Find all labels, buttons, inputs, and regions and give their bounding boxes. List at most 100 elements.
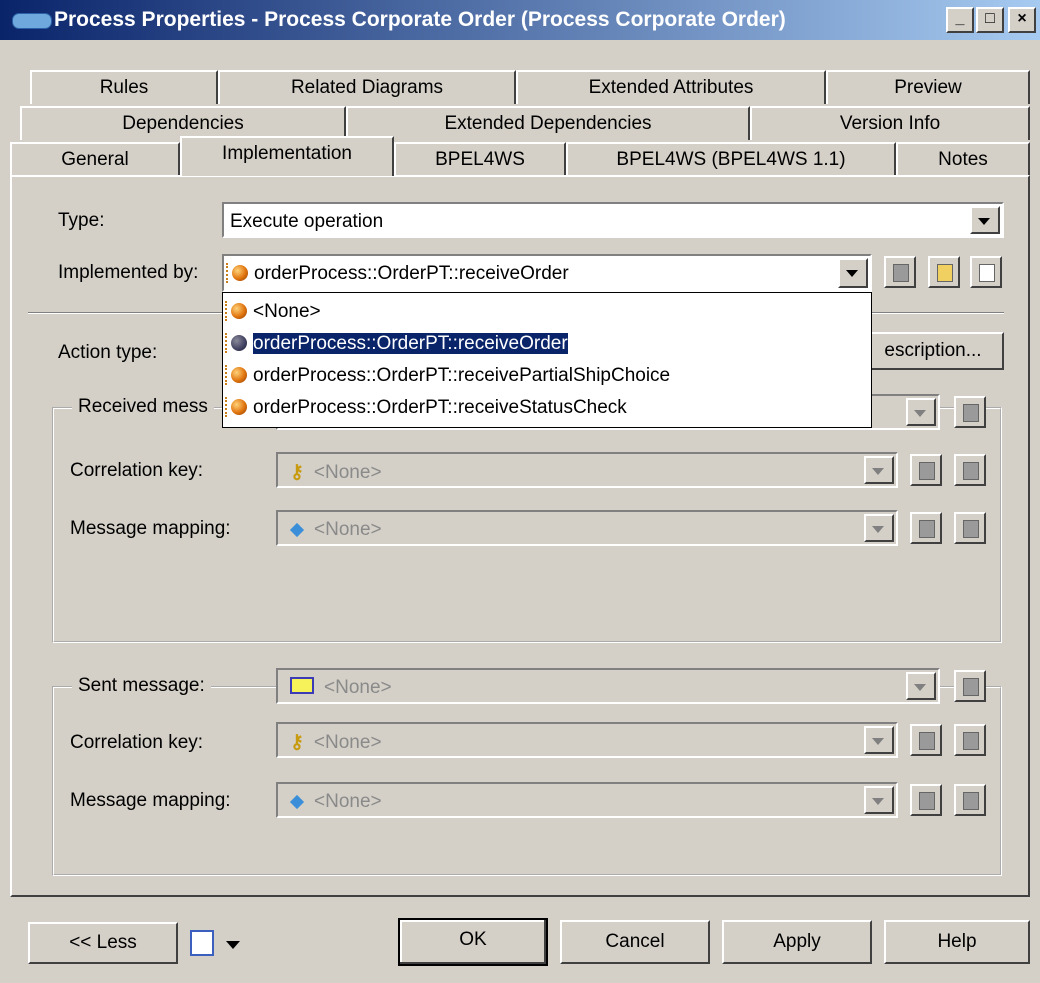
tab-preview[interactable]: Preview xyxy=(826,70,1030,104)
mapping-icon xyxy=(289,794,305,810)
sent-mapping-dropdown-arrow[interactable] xyxy=(864,786,894,814)
app-icon xyxy=(12,13,52,29)
received-correlation-label: Correlation key: xyxy=(70,460,204,481)
properties-icon xyxy=(963,732,979,750)
operation-icon xyxy=(225,333,247,353)
properties-icon xyxy=(963,520,979,538)
received-mapping-properties-button[interactable] xyxy=(954,512,986,544)
received-mapping-create-button[interactable] xyxy=(910,512,942,544)
sent-correlation-dropdown-arrow[interactable] xyxy=(864,726,894,754)
operation-icon xyxy=(226,263,248,283)
implemented-by-dropdown-list: <None> orderProcess::OrderPT::receiveOrd… xyxy=(222,292,872,428)
sent-mapping-combo[interactable]: <None> xyxy=(276,782,898,818)
implemented-by-value: orderProcess::OrderPT::receiveOrder xyxy=(254,263,569,284)
properties-icon xyxy=(963,792,979,810)
properties-icon xyxy=(963,404,979,422)
received-mapping-dropdown-arrow[interactable] xyxy=(864,514,894,542)
tab-extended-dependencies[interactable]: Extended Dependencies xyxy=(346,106,750,140)
tab-bpel4ws[interactable]: BPEL4WS xyxy=(394,142,566,176)
implemented-by-combo[interactable]: orderProcess::OrderPT::receiveOrder xyxy=(222,254,872,292)
received-correlation-create-button[interactable] xyxy=(910,454,942,486)
sent-message-dropdown-arrow[interactable] xyxy=(906,672,936,700)
sent-mapping-label: Message mapping: xyxy=(70,790,231,811)
minimize-button[interactable]: _ xyxy=(946,7,974,33)
properties-button[interactable] xyxy=(928,256,960,288)
type-label: Type: xyxy=(58,210,105,231)
sent-message-legend: Sent message: xyxy=(72,675,211,697)
sent-message-properties-button[interactable] xyxy=(954,670,986,702)
dropdown-item-receive-order[interactable]: orderProcess::OrderPT::receiveOrder xyxy=(223,329,871,360)
sent-message-value: <None> xyxy=(324,677,392,698)
less-button[interactable]: << Less xyxy=(28,922,178,964)
create-icon xyxy=(919,520,935,538)
received-message-legend: Received mess xyxy=(72,396,214,418)
properties-icon xyxy=(937,264,953,282)
dropdown-item-none[interactable]: <None> xyxy=(223,297,871,328)
received-correlation-combo[interactable]: ⚷ <None> xyxy=(276,452,898,488)
chevron-down-icon xyxy=(226,941,240,949)
create-icon xyxy=(919,462,935,480)
ok-button[interactable]: OK xyxy=(398,918,548,966)
create-icon xyxy=(919,732,935,750)
description-button[interactable]: escription... xyxy=(862,332,1004,370)
close-button[interactable]: × xyxy=(1008,7,1036,33)
properties-icon xyxy=(963,462,979,480)
received-message-properties-button[interactable] xyxy=(954,396,986,428)
find-button[interactable] xyxy=(970,256,1002,288)
received-mapping-value: <None> xyxy=(314,519,382,540)
window-title: Process Properties - Process Corporate O… xyxy=(54,8,786,31)
message-icon xyxy=(290,677,314,694)
print-menu-button[interactable] xyxy=(188,928,258,960)
create-icon xyxy=(919,792,935,810)
received-message-dropdown-arrow[interactable] xyxy=(906,398,936,426)
key-icon: ⚷ xyxy=(290,462,304,483)
operation-icon xyxy=(225,301,247,321)
type-dropdown-arrow[interactable] xyxy=(970,206,1000,234)
operation-icon xyxy=(225,397,247,417)
sent-correlation-label: Correlation key: xyxy=(70,732,204,753)
help-button[interactable]: Help xyxy=(884,920,1030,964)
sent-correlation-value: <None> xyxy=(313,732,382,753)
tab-extended-attributes[interactable]: Extended Attributes xyxy=(516,70,826,104)
properties-icon xyxy=(963,678,979,696)
apply-button[interactable]: Apply xyxy=(722,920,872,964)
tab-general[interactable]: General xyxy=(10,142,180,176)
cancel-button[interactable]: Cancel xyxy=(560,920,710,964)
tab-related-diagrams[interactable]: Related Diagrams xyxy=(218,70,516,104)
type-combo[interactable]: Execute operation xyxy=(222,202,1004,238)
create-button[interactable] xyxy=(884,256,916,288)
implemented-by-label: Implemented by: xyxy=(58,262,199,283)
received-correlation-properties-button[interactable] xyxy=(954,454,986,486)
sent-correlation-combo[interactable]: ⚷ <None> xyxy=(276,722,898,758)
sent-correlation-properties-button[interactable] xyxy=(954,724,986,756)
operation-icon xyxy=(225,365,247,385)
sent-correlation-create-button[interactable] xyxy=(910,724,942,756)
title-bar[interactable]: Process Properties - Process Corporate O… xyxy=(0,0,1040,40)
sent-message-combo[interactable]: <None> xyxy=(276,668,940,704)
received-correlation-dropdown-arrow[interactable] xyxy=(864,456,894,484)
tab-dependencies[interactable]: Dependencies xyxy=(20,106,346,140)
tab-version-info[interactable]: Version Info xyxy=(750,106,1030,140)
received-mapping-combo[interactable]: <None> xyxy=(276,510,898,546)
sent-mapping-properties-button[interactable] xyxy=(954,784,986,816)
type-value: Execute operation xyxy=(230,211,384,232)
tab-implementation[interactable]: Implementation xyxy=(180,136,394,176)
create-icon xyxy=(893,264,909,282)
print-icon xyxy=(190,930,214,956)
sent-mapping-create-button[interactable] xyxy=(910,784,942,816)
tab-bpel4ws-11[interactable]: BPEL4WS (BPEL4WS 1.1) xyxy=(566,142,896,176)
implemented-by-dropdown-arrow[interactable] xyxy=(838,258,868,288)
action-type-label: Action type: xyxy=(58,342,158,363)
tab-rules[interactable]: Rules xyxy=(30,70,218,104)
sent-mapping-value: <None> xyxy=(314,791,382,812)
sent-message-group xyxy=(52,686,1002,876)
dropdown-item-receive-partial-ship-choice[interactable]: orderProcess::OrderPT::receivePartialShi… xyxy=(223,361,871,392)
tab-notes[interactable]: Notes xyxy=(896,142,1030,176)
key-icon: ⚷ xyxy=(290,732,304,753)
dropdown-item-receive-status-check[interactable]: orderProcess::OrderPT::receiveStatusChec… xyxy=(223,393,871,424)
received-mapping-label: Message mapping: xyxy=(70,518,231,539)
received-correlation-value: <None> xyxy=(313,462,382,483)
mapping-icon xyxy=(289,522,305,538)
find-icon xyxy=(979,264,995,282)
maximize-button[interactable]: □ xyxy=(976,7,1004,33)
